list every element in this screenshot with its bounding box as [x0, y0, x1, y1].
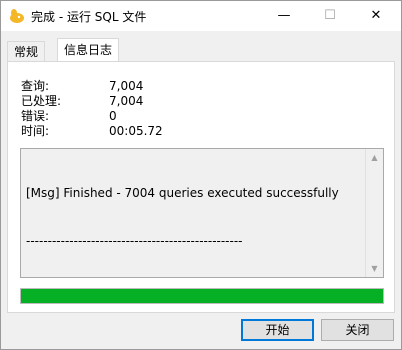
progress-bar-fill: [21, 289, 383, 303]
stat-label: 查询:: [21, 79, 50, 93]
start-button[interactable]: 开始: [241, 319, 314, 341]
tab-message-log[interactable]: 信息日志: [57, 38, 120, 63]
scroll-up-arrow-icon[interactable]: ▲: [366, 149, 383, 166]
title-bar[interactable]: 完成 - 运行 SQL 文件 — ☐ ✕: [1, 1, 401, 31]
stat-label: 错误:: [21, 109, 50, 123]
run-sql-file-dialog: 完成 - 运行 SQL 文件 — ☐ ✕ 常规 信息日志 查询: 7,004 已…: [0, 0, 402, 350]
minimize-button[interactable]: —: [261, 1, 307, 31]
log-line: [Msg] Finished - 7004 queries executed s…: [26, 186, 339, 200]
log-separator: ----------------------------------------…: [26, 234, 243, 248]
log-text: [Msg] Finished - 7004 queries executed s…: [26, 153, 366, 281]
tab-general[interactable]: 常规: [7, 41, 46, 62]
stat-value: 7,004: [109, 79, 144, 93]
stat-label: 已处理:: [21, 94, 62, 108]
scroll-down-arrow-icon[interactable]: ▼: [366, 260, 383, 277]
close-button[interactable]: 关闭: [321, 319, 394, 341]
progress-bar: [20, 288, 384, 304]
stat-value: 7,004: [109, 94, 144, 108]
log-output-box[interactable]: [Msg] Finished - 7004 queries executed s…: [20, 148, 384, 278]
vertical-scrollbar[interactable]: ▲ ▼: [365, 149, 383, 277]
stat-value: 0: [109, 109, 117, 123]
stat-label: 时间:: [21, 124, 50, 138]
stat-value: 00:05.72: [109, 124, 163, 138]
message-log-panel: 查询: 7,004 已处理: 7,004 错误: 0 时间: 00:05.72 …: [7, 61, 395, 313]
maximize-button[interactable]: ☐: [307, 1, 353, 31]
window-title: 完成 - 运行 SQL 文件: [31, 10, 147, 24]
app-logo-icon: [10, 9, 24, 23]
close-window-button[interactable]: ✕: [353, 1, 399, 31]
